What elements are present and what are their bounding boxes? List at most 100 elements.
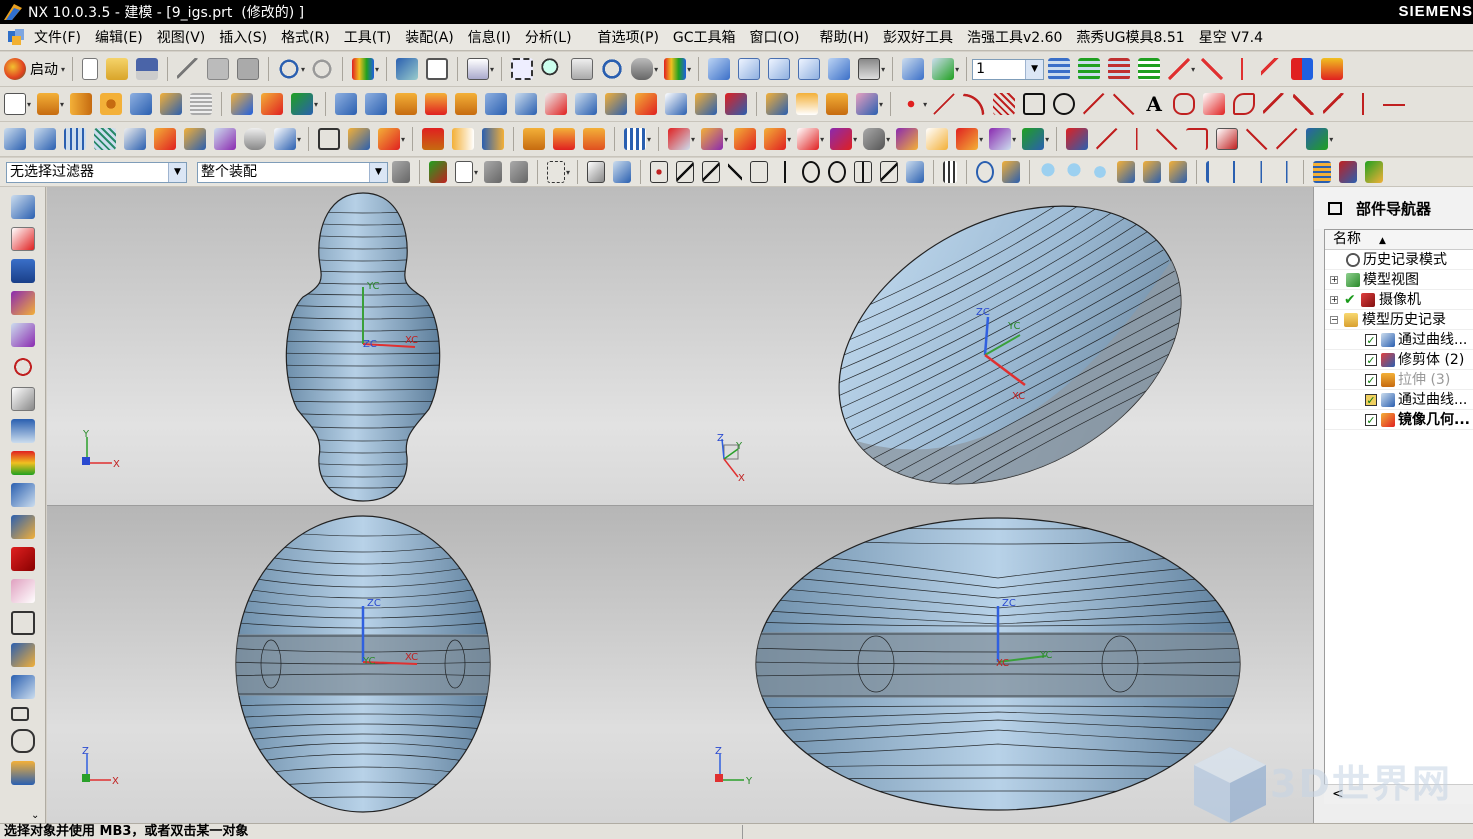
revolve-icon[interactable] (70, 93, 93, 115)
sync-pattern-icon[interactable] (989, 128, 1012, 150)
pattern-face-icon[interactable] (725, 93, 748, 115)
reuse-library-icon[interactable] (11, 291, 35, 315)
face-blend-icon[interactable] (348, 128, 371, 150)
grid-icon[interactable] (943, 161, 958, 183)
invert-blank-icon[interactable] (1365, 161, 1384, 183)
hole-icon[interactable] (100, 93, 123, 115)
work-layer-icon[interactable] (902, 58, 925, 80)
helix-icon[interactable] (993, 93, 1016, 115)
draft-analysis-icon[interactable] (1216, 128, 1239, 150)
curvature-comb-icon[interactable] (1156, 128, 1179, 150)
snap-intersection-icon[interactable] (728, 161, 743, 183)
thicken-icon[interactable] (826, 93, 849, 115)
tree-item-extrude[interactable]: ✓ 拉伸 (3) (1325, 370, 1473, 390)
tree-item-mirror-geometry[interactable]: ✓ 镜像几何... (1325, 410, 1473, 430)
view-trimetric-icon[interactable] (828, 58, 851, 80)
wcs-rotate-icon[interactable] (1261, 58, 1284, 80)
first-frame-icon[interactable] (1206, 161, 1223, 183)
viewport-bottom-left[interactable]: ZC YC XC Z X (47, 506, 680, 823)
menu-gc-toolbox[interactable]: GC工具箱 (673, 27, 736, 47)
tree-item-through-curves-2[interactable]: ✓ 通过曲线... (1325, 390, 1473, 410)
text-tool-icon[interactable] (11, 761, 35, 785)
studio-surface-icon[interactable] (4, 128, 26, 150)
edit-object-display-icon[interactable] (1313, 161, 1332, 183)
offset-curve-icon[interactable] (1173, 93, 1196, 115)
sync-move-face-icon[interactable] (668, 128, 691, 150)
unite-icon[interactable] (160, 93, 183, 115)
snap-curve-point-icon[interactable] (750, 161, 769, 183)
model-top-view[interactable]: YC ZC XC Y X (47, 187, 680, 505)
hd3d-tools-icon[interactable] (11, 323, 35, 347)
extract-geometry-icon[interactable] (422, 128, 445, 150)
play-back-icon[interactable] (1254, 161, 1271, 183)
menu-format[interactable]: 格式(R) (281, 27, 330, 47)
constraint-navigator-icon[interactable] (11, 227, 35, 251)
highlight-lines-icon[interactable] (1306, 128, 1329, 150)
ruled-icon[interactable] (184, 128, 206, 150)
chamfer-icon[interactable] (365, 93, 388, 115)
command-finder-icon[interactable] (396, 58, 419, 80)
sew-icon[interactable] (766, 93, 789, 115)
chevron-down-icon[interactable]: ▼ (168, 162, 186, 182)
intersect-curve-icon[interactable] (1233, 93, 1256, 115)
trim-curve-icon[interactable] (1353, 93, 1376, 115)
selection-forward-icon[interactable] (1291, 58, 1314, 80)
divide-curve-icon[interactable] (1323, 93, 1346, 115)
tree-item-history-mode[interactable]: 历史记录模式 (1325, 250, 1473, 270)
snap-quadrant-icon[interactable] (828, 161, 847, 183)
studio-spline-icon[interactable] (1113, 93, 1136, 115)
menu-preferences[interactable]: 首选项(P) (598, 27, 659, 47)
sync-resize-icon[interactable] (797, 128, 820, 150)
menu-analysis[interactable]: 分析(L) (525, 27, 572, 47)
draft-icon[interactable] (395, 93, 418, 115)
snap-existing-point-icon[interactable] (854, 161, 873, 183)
x-form-icon[interactable] (624, 128, 647, 150)
box-tool-icon[interactable] (11, 611, 35, 635)
fill-surface-icon[interactable] (318, 128, 341, 150)
light-bulb-icon[interactable] (1039, 161, 1058, 183)
sketch-rect-icon[interactable] (11, 707, 29, 721)
block-icon[interactable] (130, 93, 153, 115)
mirror-feature-icon[interactable] (452, 128, 475, 150)
shading-icon[interactable] (664, 58, 687, 80)
wcs-origin-icon[interactable] (1231, 58, 1254, 80)
add-component-icon[interactable] (291, 93, 314, 115)
copy-to-layer-icon[interactable] (1138, 58, 1161, 80)
styled-sweep-icon[interactable] (274, 128, 296, 150)
redo-icon[interactable] (311, 58, 334, 80)
menu-assembly[interactable]: 装配(A) (405, 27, 454, 47)
play-forward-icon[interactable] (1278, 161, 1295, 183)
viewport-top-right[interactable]: ZC YC XC Z Y X (680, 187, 1313, 505)
ellipse-icon[interactable] (1053, 93, 1076, 115)
project-curve-icon[interactable] (1203, 93, 1226, 115)
deselect-icon[interactable] (484, 161, 503, 183)
bridge-curve-icon[interactable] (1263, 93, 1286, 115)
resize-blend-icon[interactable] (695, 93, 718, 115)
menu-window[interactable]: 窗口(O) (750, 27, 800, 47)
menu-peng-tools[interactable]: 彭双好工具 (883, 27, 953, 47)
system-materials-icon[interactable] (11, 515, 35, 539)
menu-yanxiu-mold[interactable]: 燕秀UG模具8.51 (1076, 27, 1184, 47)
menu-tools[interactable]: 工具(T) (344, 27, 391, 47)
snap-endpoint-icon[interactable] (650, 161, 669, 183)
menu-xingkong[interactable]: 星空 V7.4 (1199, 27, 1263, 47)
visibility-checkbox[interactable]: ✓ (1365, 334, 1377, 346)
sketch-icon[interactable] (4, 93, 26, 115)
snap-midpoint-icon[interactable] (676, 161, 695, 183)
spline-icon[interactable] (1083, 93, 1106, 115)
roles-icon[interactable] (11, 451, 35, 475)
tree-item-trim-body[interactable]: ✓ 修剪体 (2) (1325, 350, 1473, 370)
through-curves-icon[interactable] (34, 128, 56, 150)
surface-continuity-icon[interactable] (1246, 128, 1269, 150)
section-surface-icon[interactable] (214, 128, 236, 150)
navigator-pin-icon[interactable] (1328, 201, 1342, 215)
styled-blend-icon[interactable] (378, 128, 401, 150)
tube-icon[interactable] (244, 128, 266, 150)
mold-tool-icon[interactable] (11, 643, 35, 667)
visibility-checkbox[interactable]: ✓ (1365, 414, 1377, 426)
menu-insert[interactable]: 插入(S) (219, 27, 267, 47)
selection-scope-select[interactable]: 整个装配 ▼ (197, 161, 388, 183)
sync-copy-icon[interactable] (896, 128, 919, 150)
untrim-icon[interactable] (583, 128, 606, 150)
view-top-icon[interactable] (738, 58, 761, 80)
